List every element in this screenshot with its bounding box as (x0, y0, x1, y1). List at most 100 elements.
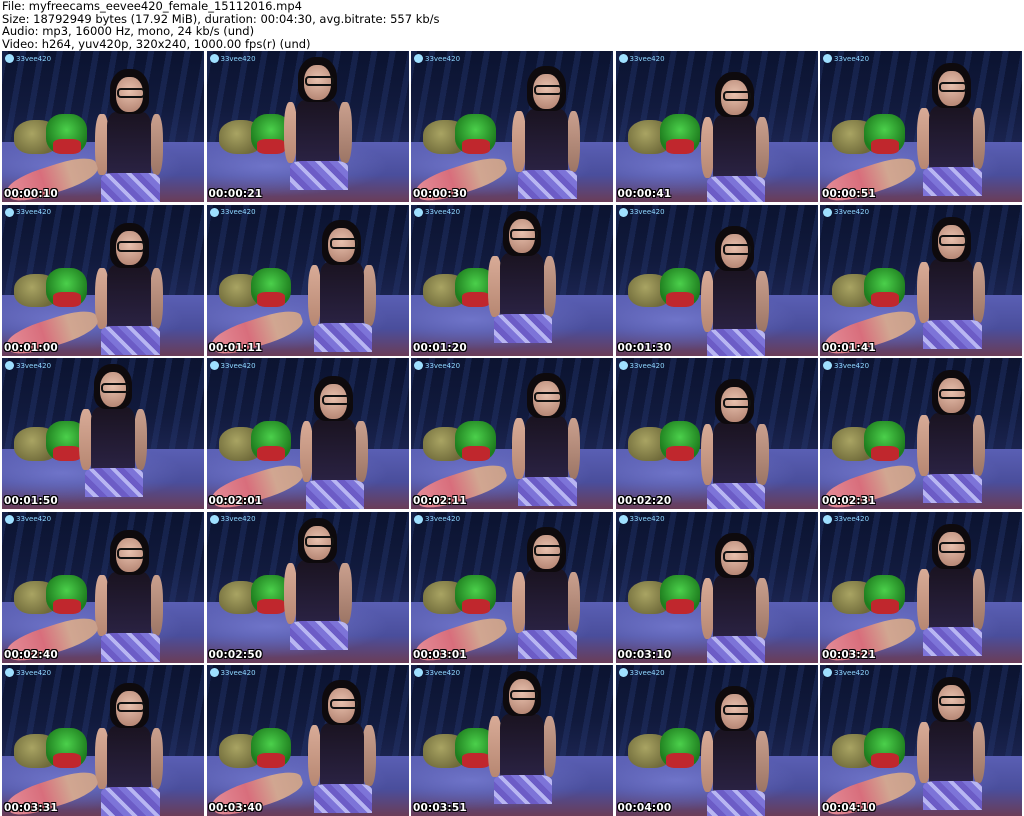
person-figure (700, 379, 769, 509)
video-thumbnail: 33vee420 00:02:31 (820, 358, 1022, 509)
bird-logo-icon (823, 668, 832, 677)
watermark-text: 33vee420 (425, 515, 461, 523)
bird-logo-icon (414, 361, 423, 370)
video-thumbnail: 33vee420 00:02:50 (206, 511, 409, 663)
bird-logo-icon (5, 361, 14, 370)
video-thumbnail: 33vee420 00:04:00 (615, 665, 818, 816)
watermark-text: 33vee420 (16, 54, 52, 63)
bird-logo-icon (823, 361, 832, 370)
person-figure (700, 225, 769, 356)
file-info-header: File: myfreecams_eevee420_female_1511201… (2, 0, 1022, 50)
video-thumbnail: 33vee420 00:00:51 (820, 51, 1022, 202)
person-figure (488, 671, 557, 804)
timestamp-label: 00:02:01 (208, 495, 263, 507)
watermark-text: 33vee420 (425, 54, 461, 63)
plush-toy-red (461, 292, 490, 308)
watermark-logo: 33vee420 (209, 514, 256, 524)
timestamp-label: 00:03:10 (617, 648, 672, 661)
person-figure (95, 683, 164, 816)
bird-logo-icon (618, 361, 628, 370)
video-thumbnail: 33vee420 00:02:20 (615, 358, 818, 509)
timestamp-label: 00:01:00 (4, 341, 58, 354)
timestamp-label: 00:00:41 (617, 188, 672, 200)
bird-logo-icon (209, 361, 219, 370)
audio-info-line: Audio: mp3, 16000 Hz, mono, 24 kb/s (und… (2, 24, 255, 39)
watermark-logo: 33vee420 (618, 668, 665, 677)
bird-logo-icon (414, 668, 423, 677)
thumbnail-grid: 33vee420 00:00:10 33vee420 00:00:21 33vee420… (2, 51, 1022, 816)
watermark-logo: 33vee420 (823, 514, 869, 524)
timestamp-label: 00:00:30 (413, 188, 467, 200)
watermark-logo: 33vee420 (5, 361, 51, 370)
plush-toy-red (870, 445, 899, 461)
timestamp-label: 00:03:21 (822, 648, 876, 661)
plush-toy-red (257, 138, 286, 154)
watermark-logo: 33vee420 (209, 361, 256, 370)
watermark-text: 33vee420 (220, 515, 256, 523)
person-figure (95, 222, 164, 356)
plush-toy-red (870, 599, 899, 615)
watermark-logo: 33vee420 (5, 207, 51, 217)
watermark-logo: 33vee420 (823, 54, 869, 63)
bird-logo-icon (5, 668, 14, 677)
timestamp-label: 00:00:10 (4, 188, 58, 200)
bird-logo-icon (5, 54, 14, 63)
timestamp-label: 00:03:51 (413, 802, 467, 814)
timestamp-label: 00:01:30 (617, 341, 672, 354)
bird-logo-icon (618, 54, 628, 63)
watermark-logo: 33vee420 (414, 207, 461, 217)
person-figure (917, 370, 986, 503)
person-figure (307, 219, 376, 353)
video-thumbnail: 33vee420 00:01:30 (615, 204, 818, 356)
watermark-text: 33vee420 (834, 54, 870, 63)
plush-toy-red (257, 599, 286, 615)
video-thumbnail: 33vee420 00:01:50 (2, 358, 204, 509)
person-figure (512, 373, 581, 506)
watermark-text: 33vee420 (629, 361, 665, 370)
bird-logo-icon (5, 207, 14, 217)
watermark-logo: 33vee420 (618, 514, 665, 524)
video-thumbnail: 33vee420 00:01:11 (206, 204, 409, 356)
watermark-logo: 33vee420 (823, 361, 869, 370)
timestamp-label: 00:01:50 (4, 495, 58, 507)
timestamp-label: 00:03:40 (208, 802, 263, 814)
plush-toy-red (870, 292, 899, 308)
watermark-logo: 33vee420 (5, 54, 51, 63)
watermark-text: 33vee420 (16, 668, 52, 677)
bird-logo-icon (414, 54, 423, 63)
bird-logo-icon (414, 207, 423, 217)
bird-logo-icon (209, 207, 219, 217)
person-figure (488, 210, 557, 344)
bird-logo-icon (209, 514, 219, 524)
bird-logo-icon (209, 54, 219, 63)
watermark-text: 33vee420 (629, 668, 665, 677)
person-figure (512, 526, 581, 660)
video-thumbnail: 33vee420 00:02:01 (206, 358, 409, 509)
person-figure (283, 517, 352, 651)
watermark-text: 33vee420 (834, 208, 870, 216)
watermark-text: 33vee420 (220, 361, 256, 370)
video-thumbnail: 33vee420 00:01:41 (820, 204, 1022, 356)
video-thumbnail: 33vee420 00:00:21 (206, 51, 409, 202)
watermark-logo: 33vee420 (618, 361, 665, 370)
plush-toy-red (461, 599, 490, 615)
watermark-text: 33vee420 (629, 54, 665, 63)
plush-toy-red (461, 445, 490, 461)
person-figure (917, 63, 986, 196)
watermark-logo: 33vee420 (618, 207, 665, 217)
watermark-logo: 33vee420 (823, 207, 870, 217)
plush-toy-red (666, 445, 695, 461)
timestamp-label: 00:02:31 (822, 495, 876, 507)
watermark-text: 33vee420 (16, 515, 52, 523)
person-figure (79, 364, 148, 497)
timestamp-label: 00:04:10 (822, 802, 876, 814)
timestamp-label: 00:02:11 (413, 495, 467, 507)
file-name-line: File: myfreecams_eevee420_female_1511201… (2, 0, 302, 13)
timestamp-label: 00:01:20 (413, 341, 467, 354)
bird-logo-icon (618, 514, 628, 524)
watermark-logo: 33vee420 (414, 54, 460, 63)
plush-toy-red (666, 138, 695, 154)
watermark-text: 33vee420 (629, 515, 665, 523)
watermark-text: 33vee420 (425, 208, 461, 216)
video-thumbnail: 33vee420 00:01:20 (411, 204, 613, 356)
